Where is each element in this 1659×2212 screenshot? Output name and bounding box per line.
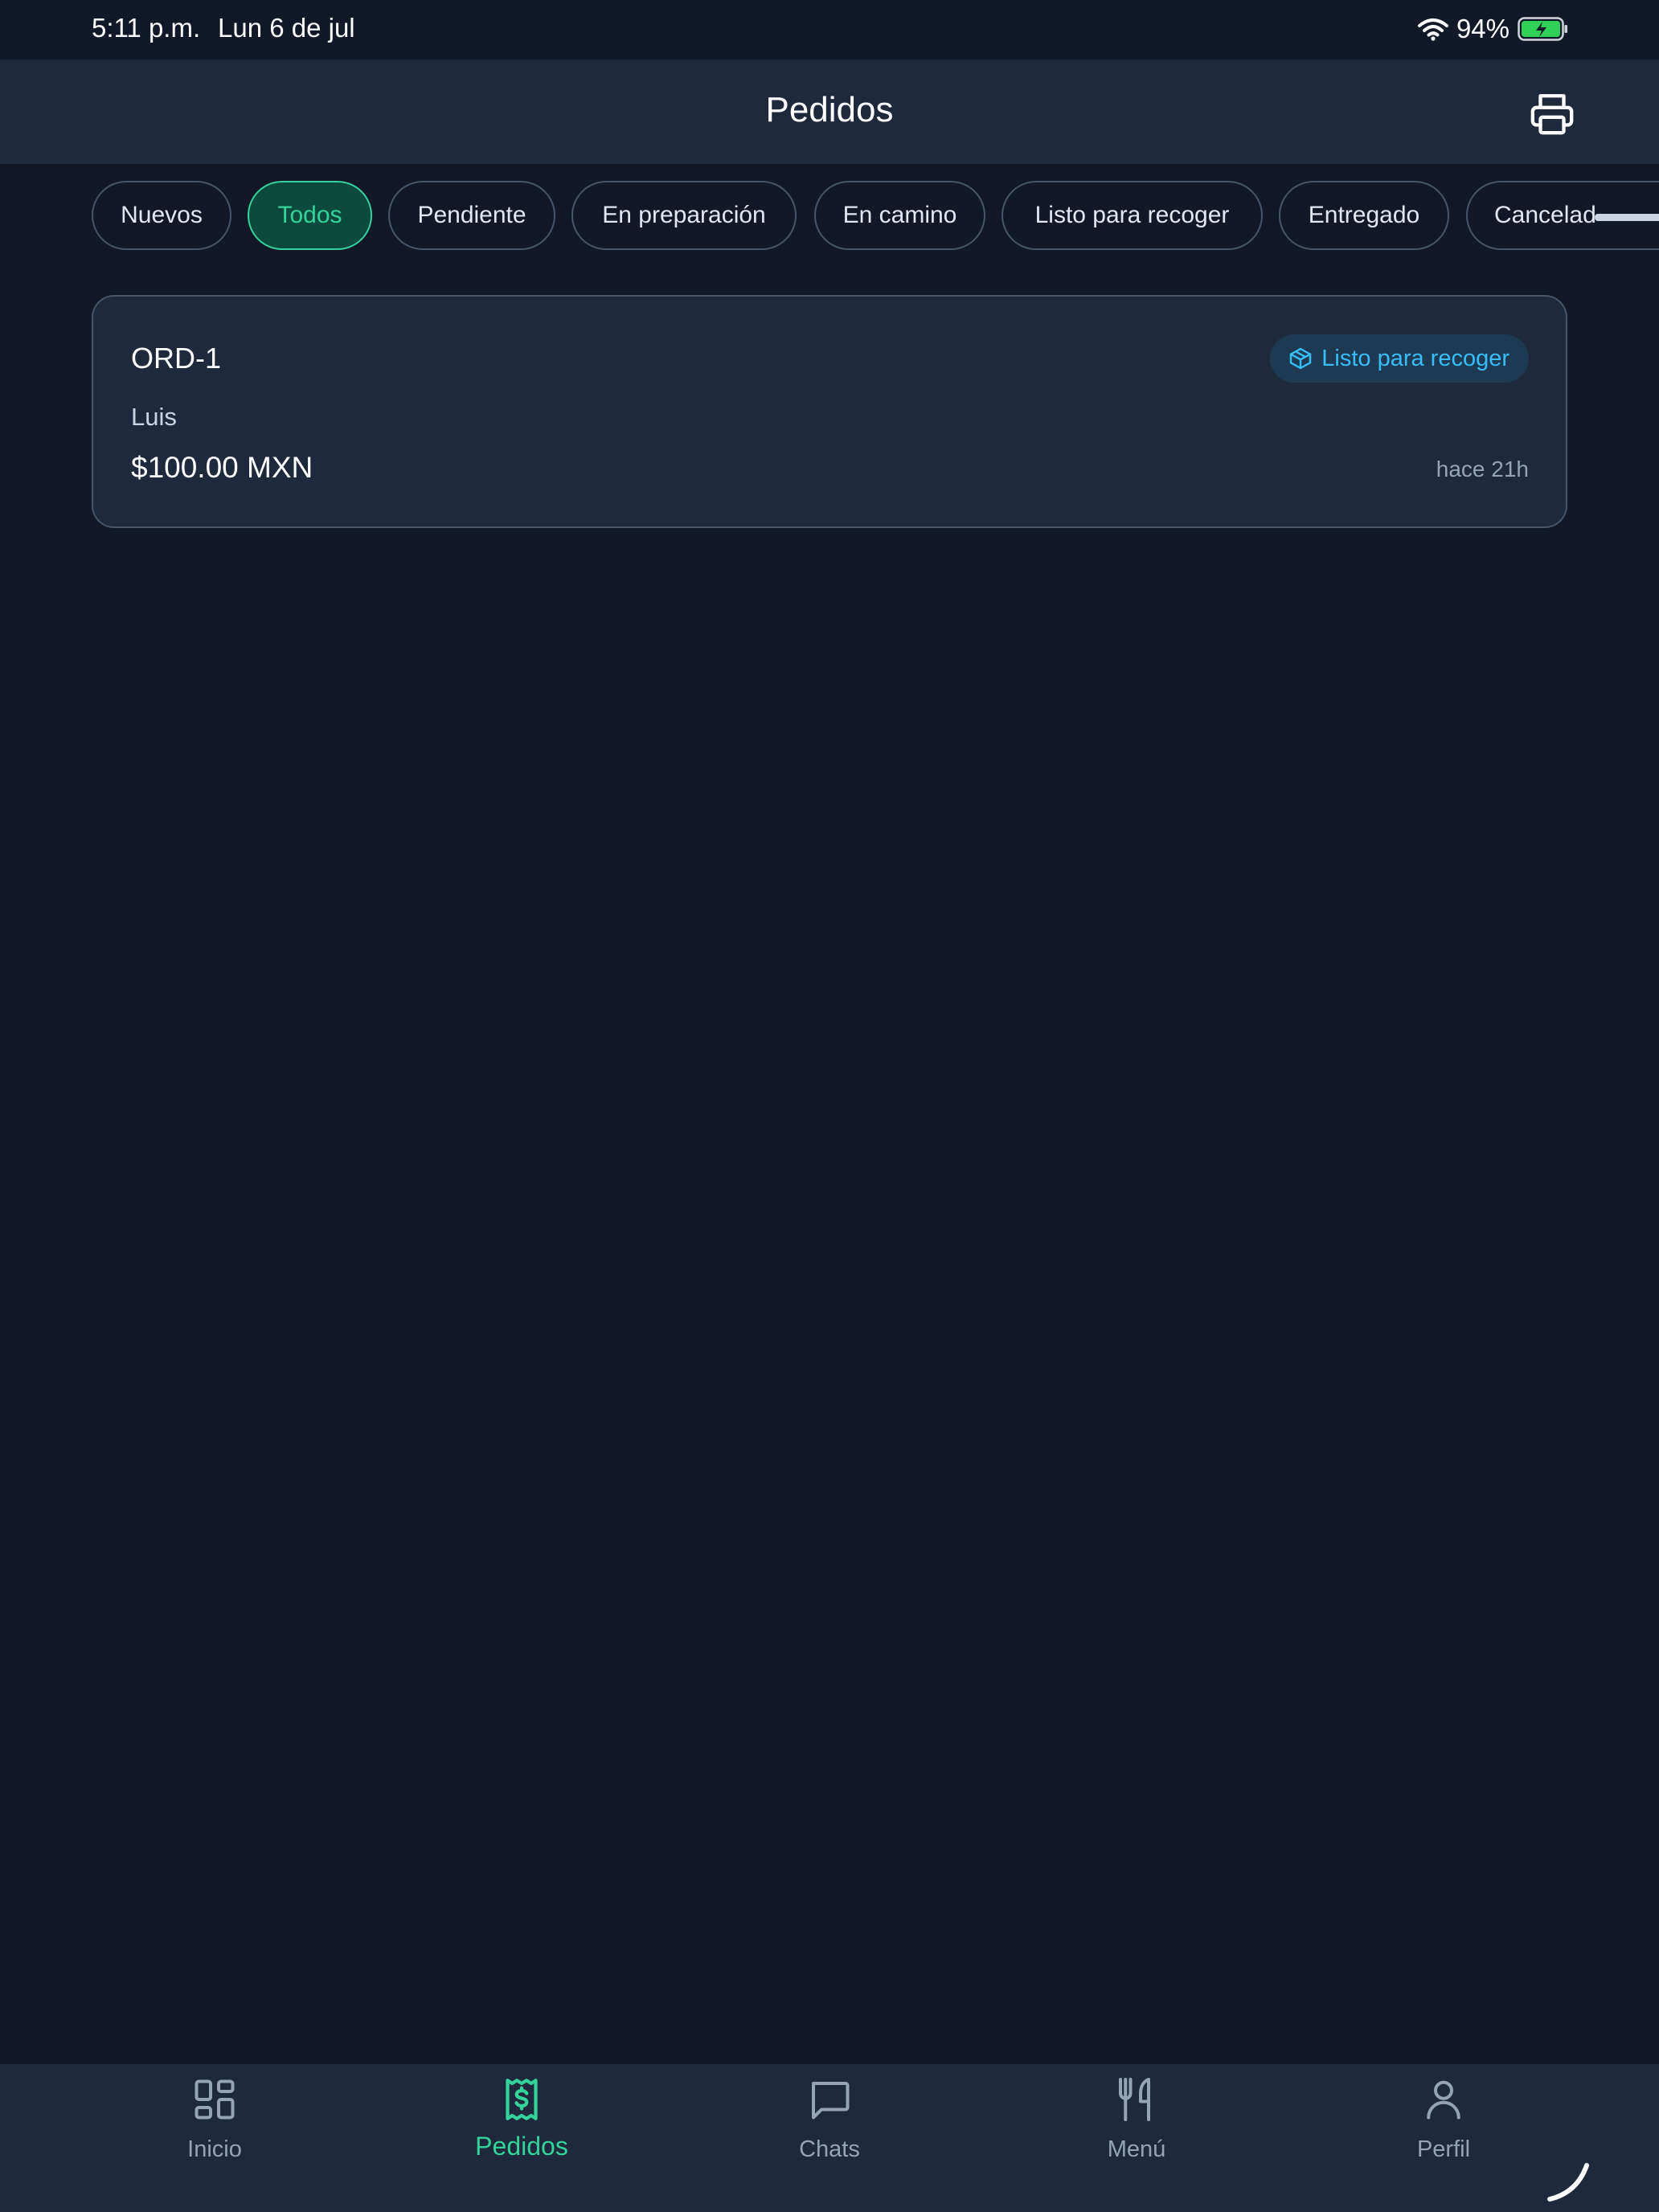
page-title: Pedidos xyxy=(765,90,894,129)
nav-label-inicio: Inicio xyxy=(187,2136,242,2162)
nav-item-menu[interactable]: Menú xyxy=(1040,2064,1233,2212)
order-id: ORD-1 xyxy=(131,342,222,375)
battery-charging-icon xyxy=(1518,17,1567,41)
user-icon xyxy=(1427,2080,1460,2120)
utensils-icon xyxy=(1119,2078,1150,2121)
nav-item-pedidos[interactable]: Pedidos xyxy=(425,2064,618,2212)
status-filter-bar[interactable]: Nuevos Todos Pendiente En preparación En… xyxy=(0,164,1659,267)
package-icon xyxy=(1290,347,1312,370)
status-date: Lun 6 de jul xyxy=(218,13,355,43)
status-time: 5:11 p.m. xyxy=(92,13,201,43)
home-indicator[interactable] xyxy=(1545,2159,1593,2204)
grid-icon xyxy=(195,2079,235,2120)
filter-chip-nuevos[interactable]: Nuevos xyxy=(92,181,231,250)
wifi-icon xyxy=(1417,18,1448,41)
nav-label-chats: Chats xyxy=(799,2136,860,2162)
order-status-label: Listo para recoger xyxy=(1321,345,1509,371)
order-status-badge: Listo para recoger xyxy=(1270,334,1529,383)
print-button[interactable] xyxy=(1526,87,1579,140)
nav-label-perfil: Perfil xyxy=(1416,2136,1471,2162)
status-indicators: 94% xyxy=(1417,11,1569,47)
bottom-navigation: Inicio Pedidos Chats Menú Perfil xyxy=(0,2064,1659,2212)
app-screen: 5:11 p.m. Lun 6 de jul 94% Pedidos Nuevo… xyxy=(0,0,1659,2212)
order-card[interactable]: ORD-1 Listo para recoger Luis $100.00 MX… xyxy=(92,295,1567,528)
filter-chip-entregado[interactable]: Entregado xyxy=(1279,181,1449,250)
nav-item-perfil[interactable]: Perfil xyxy=(1347,2064,1540,2212)
horizontal-scrollbar[interactable] xyxy=(1595,214,1659,221)
order-customer: Luis xyxy=(131,403,177,431)
filter-chip-en-camino[interactable]: En camino xyxy=(814,181,985,250)
nav-item-chats[interactable]: Chats xyxy=(733,2064,926,2212)
chat-icon xyxy=(812,2082,850,2120)
nav-item-inicio[interactable]: Inicio xyxy=(118,2064,311,2212)
printer-icon xyxy=(1530,94,1574,135)
order-amount: $100.00 MXN xyxy=(131,451,313,484)
order-elapsed-time: hace 21h xyxy=(1436,457,1529,481)
app-header: Pedidos xyxy=(0,59,1659,164)
receipt-icon xyxy=(506,2079,538,2120)
filter-chip-en-preparacion[interactable]: En preparación xyxy=(571,181,797,250)
nav-label-pedidos: Pedidos xyxy=(475,2132,568,2161)
filter-chip-listo-para-recoger[interactable]: Listo para recoger xyxy=(1002,181,1263,250)
filter-chip-todos[interactable]: Todos xyxy=(248,181,372,250)
status-bar: 5:11 p.m. Lun 6 de jul 94% xyxy=(0,0,1659,59)
nav-label-menu: Menú xyxy=(1107,2136,1166,2162)
battery-percentage: 94% xyxy=(1456,14,1509,43)
filter-chip-pendiente[interactable]: Pendiente xyxy=(388,181,555,250)
